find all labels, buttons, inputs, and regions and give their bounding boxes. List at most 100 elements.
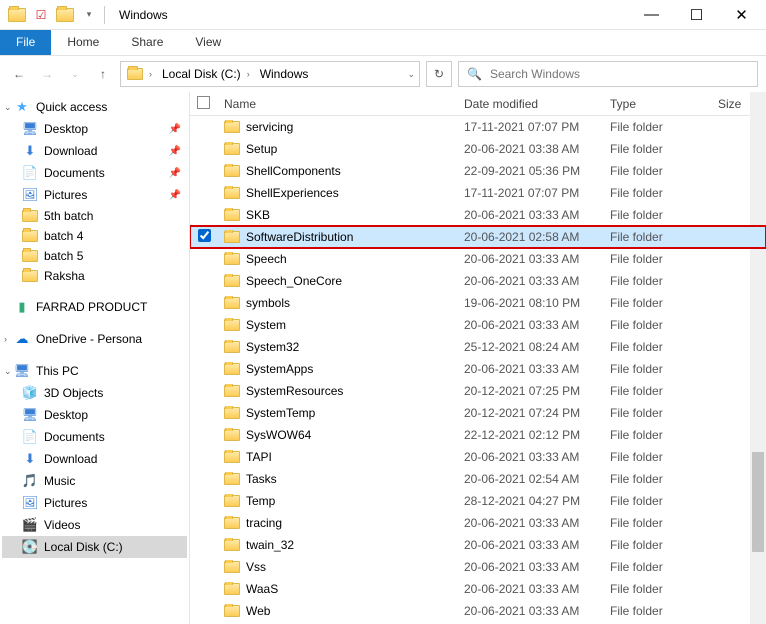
folder-icon: [22, 270, 38, 282]
table-row[interactable]: ShellExperiences 17-11-2021 07:07 PM Fil…: [190, 182, 766, 204]
tab-file[interactable]: File: [0, 30, 51, 55]
address-bar: ← → ⌄ ↑ › Local Disk (C:)› Windows ⌄ ↻ 🔍…: [0, 56, 766, 92]
window-title: Windows: [119, 8, 168, 22]
nav-qa-item[interactable]: Raksha: [2, 266, 187, 286]
table-row[interactable]: System32 25-12-2021 08:24 AM File folder: [190, 336, 766, 358]
table-row[interactable]: SKB 20-06-2021 03:33 AM File folder: [190, 204, 766, 226]
nav-up-button[interactable]: ↑: [92, 63, 114, 85]
qat-folder-icon[interactable]: [6, 4, 28, 26]
3d-icon: 🧊: [22, 385, 38, 401]
file-type: File folder: [604, 560, 712, 574]
table-row[interactable]: servicing 17-11-2021 07:07 PM File folde…: [190, 116, 766, 138]
scrollbar[interactable]: [750, 92, 766, 624]
address-box[interactable]: › Local Disk (C:)› Windows ⌄: [120, 61, 420, 87]
address-dropdown-icon[interactable]: ⌄: [405, 69, 417, 80]
table-row[interactable]: WaaS 20-06-2021 03:33 AM File folder: [190, 578, 766, 600]
nav-qa-item[interactable]: batch 4: [2, 226, 187, 246]
file-name: Speech_OneCore: [246, 274, 342, 288]
nav-forward-button[interactable]: →: [36, 63, 58, 85]
nav-pc-item[interactable]: 📄Documents: [2, 426, 187, 448]
table-row[interactable]: Speech_OneCore 20-06-2021 03:33 AM File …: [190, 270, 766, 292]
folder-icon: [224, 561, 240, 573]
table-row[interactable]: Setup 20-06-2021 03:38 AM File folder: [190, 138, 766, 160]
file-date: 22-12-2021 02:12 PM: [458, 428, 604, 442]
nav-pc-item[interactable]: ⬇Download: [2, 448, 187, 470]
cloud-icon: ☁: [14, 331, 30, 347]
column-checkbox[interactable]: [190, 96, 218, 112]
file-type: File folder: [604, 142, 712, 156]
qat-folder-icon-2[interactable]: [54, 4, 76, 26]
nav-qa-item[interactable]: 🖼Pictures📌: [2, 184, 187, 206]
tab-home[interactable]: Home: [51, 30, 115, 55]
folder-icon: [224, 495, 240, 507]
desktop-icon: 🖥: [22, 121, 38, 137]
file-type: File folder: [604, 274, 712, 288]
nav-pc-item[interactable]: 💽Local Disk (C:): [2, 536, 187, 558]
table-row[interactable]: TAPI 20-06-2021 03:33 AM File folder: [190, 446, 766, 468]
nav-qa-item[interactable]: 📄Documents📌: [2, 162, 187, 184]
nav-qa-item[interactable]: 5th batch: [2, 206, 187, 226]
qat-dropdown-icon[interactable]: ▾: [78, 4, 100, 26]
folder-icon: [224, 539, 240, 551]
table-row[interactable]: SystemResources 20-12-2021 07:25 PM File…: [190, 380, 766, 402]
table-row[interactable]: ShellComponents 22-09-2021 05:36 PM File…: [190, 160, 766, 182]
folder-icon: [22, 250, 38, 262]
table-row[interactable]: System 20-06-2021 03:33 AM File folder: [190, 314, 766, 336]
nav-quick-access[interactable]: ⌄ ★ Quick access: [2, 96, 187, 118]
file-date: 20-06-2021 03:38 AM: [458, 142, 604, 156]
table-row[interactable]: Web 20-06-2021 03:33 AM File folder: [190, 600, 766, 622]
close-button[interactable]: ✕: [719, 0, 764, 30]
refresh-button[interactable]: ↻: [426, 61, 452, 87]
nav-pc-item[interactable]: 🖼Pictures: [2, 492, 187, 514]
table-row[interactable]: Tasks 20-06-2021 02:54 AM File folder: [190, 468, 766, 490]
search-input[interactable]: 🔍 Search Windows: [458, 61, 758, 87]
file-name: ShellExperiences: [246, 186, 339, 200]
nav-recent-dropdown[interactable]: ⌄: [64, 63, 86, 85]
row-checkbox[interactable]: [198, 229, 211, 242]
table-row[interactable]: tracing 20-06-2021 03:33 AM File folder: [190, 512, 766, 534]
maximize-button[interactable]: ☐: [674, 0, 719, 30]
nav-qa-item[interactable]: batch 5: [2, 246, 187, 266]
table-row[interactable]: SysWOW64 22-12-2021 02:12 PM File folder: [190, 424, 766, 446]
table-row[interactable]: Vss 20-06-2021 03:33 AM File folder: [190, 556, 766, 578]
table-row[interactable]: SystemApps 20-06-2021 03:33 AM File fold…: [190, 358, 766, 380]
qat-check-icon[interactable]: ☑: [30, 4, 52, 26]
minimize-button[interactable]: —: [629, 0, 674, 30]
table-row[interactable]: twain_32 20-06-2021 03:33 AM File folder: [190, 534, 766, 556]
nav-onedrive[interactable]: › ☁ OneDrive - Persona: [2, 328, 187, 350]
file-type: File folder: [604, 428, 712, 442]
table-row[interactable]: SystemTemp 20-12-2021 07:24 PM File fold…: [190, 402, 766, 424]
nav-pc-item[interactable]: 🎬Videos: [2, 514, 187, 536]
navigation-pane: ⌄ ★ Quick access 🖥Desktop📌⬇Download📌📄Doc…: [0, 92, 190, 624]
folder-icon: [224, 253, 240, 265]
tab-view[interactable]: View: [179, 30, 237, 55]
table-row[interactable]: SoftwareDistribution 20-06-2021 02:58 AM…: [190, 226, 766, 248]
scroll-thumb[interactable]: [752, 452, 764, 552]
column-name[interactable]: Name: [218, 97, 458, 111]
column-type[interactable]: Type: [604, 97, 712, 111]
file-name: SystemResources: [246, 384, 343, 398]
nav-pc-item[interactable]: 🖥Desktop: [2, 404, 187, 426]
nav-back-button[interactable]: ←: [8, 63, 30, 85]
table-row[interactable]: Speech 20-06-2021 03:33 AM File folder: [190, 248, 766, 270]
file-date: 20-06-2021 03:33 AM: [458, 362, 604, 376]
file-date: 20-06-2021 03:33 AM: [458, 582, 604, 596]
file-type: File folder: [604, 494, 712, 508]
folder-icon: [224, 187, 240, 199]
pin-icon: 📌: [169, 168, 181, 179]
nav-qa-item[interactable]: ⬇Download📌: [2, 140, 187, 162]
table-row[interactable]: symbols 19-06-2021 08:10 PM File folder: [190, 292, 766, 314]
nav-this-pc[interactable]: ⌄ 🖥 This PC: [2, 360, 187, 382]
tab-share[interactable]: Share: [115, 30, 179, 55]
nav-farrad[interactable]: ▮ FARRAD PRODUCT: [2, 296, 187, 318]
file-type: File folder: [604, 604, 712, 618]
table-row[interactable]: Temp 28-12-2021 04:27 PM File folder: [190, 490, 766, 512]
column-date[interactable]: Date modified: [458, 97, 604, 111]
file-type: File folder: [604, 208, 712, 222]
nav-qa-item[interactable]: 🖥Desktop📌: [2, 118, 187, 140]
file-type: File folder: [604, 384, 712, 398]
nav-pc-item[interactable]: 🧊3D Objects: [2, 382, 187, 404]
nav-pc-item[interactable]: 🎵Music: [2, 470, 187, 492]
file-name: SystemTemp: [246, 406, 315, 420]
folder-icon: [22, 210, 38, 222]
